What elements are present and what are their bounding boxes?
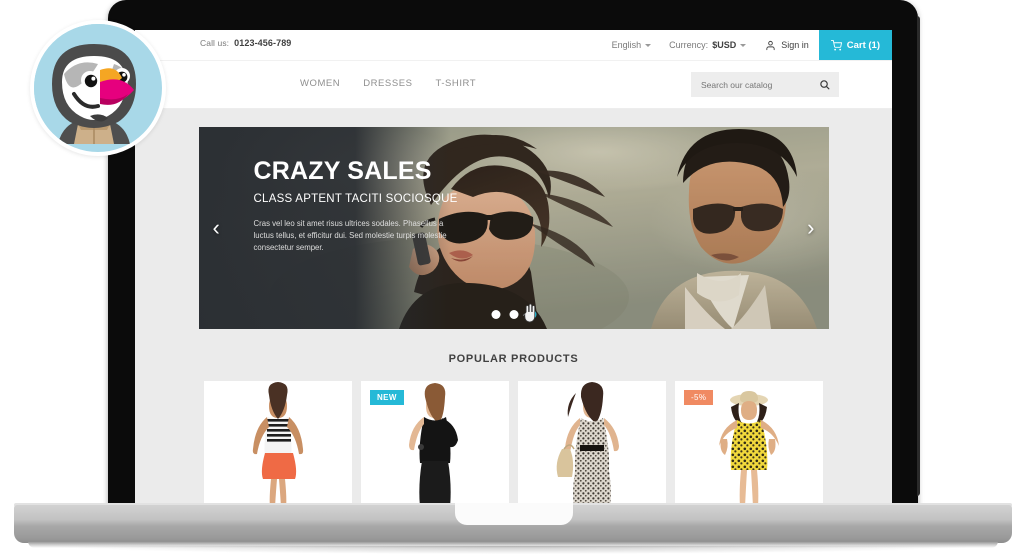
product-photo [518,381,666,505]
search-input[interactable] [691,78,819,91]
phone-number: 0123-456-789 [234,38,292,48]
carousel-dot-2[interactable] [509,310,518,319]
laptop-drop-shadow [60,546,966,554]
product-card[interactable]: -5% [675,381,823,505]
call-us-label: Call us: [200,38,230,48]
laptop-base-notch [455,503,573,525]
search-icon[interactable] [819,79,839,90]
carousel-dot-3[interactable] [527,310,536,319]
status-badge-discount: -5% [684,390,714,405]
carousel-dots [491,303,536,323]
user-icon [766,40,775,50]
site-navbar: WOMEN DRESSES T-SHIRT [135,61,892,109]
product-card[interactable]: NEW [361,381,509,505]
popular-products-heading: POPULAR PRODUCTS [448,353,579,365]
hero-carousel: CRAZY SALES CLASS APTENT TACITI SOCIOSQU… [198,127,829,329]
cart-icon [830,39,842,51]
chevron-left-icon[interactable]: ‹ [213,215,220,241]
hero-subtitle: CLASS APTENT TACITI SOCIOSQUE [253,193,458,205]
language-label: English [611,40,642,50]
hero-title: CRAZY SALES [253,157,432,185]
product-card[interactable] [518,381,666,505]
nav-item-women[interactable]: WOMEN [300,78,340,89]
hero-body: Cras vel leo sit amet risus ultrices sod… [253,219,447,252]
carousel-dot-1[interactable] [491,310,500,319]
prestashop-puffin-logo[interactable] [30,20,166,156]
sign-in-button[interactable]: Sign in [755,30,819,60]
search-box[interactable] [691,72,839,97]
screenshot-stage: Call us: 0123-456-789 English Currency: $… [0,0,1026,558]
topbar-right-group: English Currency: $USD Sign in Cart (1) [603,30,892,60]
call-us-block: Call us: 0123-456-789 [200,38,291,48]
chevron-down-icon [645,43,652,47]
browser-viewport: Call us: 0123-456-789 English Currency: $… [135,30,892,505]
main-navigation: WOMEN DRESSES T-SHIRT [300,78,476,89]
hero-section: CRAZY SALES CLASS APTENT TACITI SOCIOSQU… [135,109,892,329]
cart-button[interactable]: Cart (1) [818,30,892,60]
sign-in-label: Sign in [781,40,809,50]
product-card[interactable] [204,381,352,505]
site-topbar: Call us: 0123-456-789 English Currency: $… [135,30,892,61]
chevron-down-icon [740,43,747,47]
nav-item-dresses[interactable]: DRESSES [363,78,412,89]
hero-text-block: CRAZY SALES CLASS APTENT TACITI SOCIOSQU… [253,157,458,254]
nav-item-tshirt[interactable]: T-SHIRT [435,78,476,89]
product-photo [204,381,352,505]
currency-selector[interactable]: Currency: $USD [660,30,755,60]
currency-label: Currency: [669,40,709,50]
product-grid: NEW -5% [135,381,892,505]
currency-value: $USD [712,40,737,50]
status-badge-new: NEW [370,390,404,405]
puffin-mascot-icon [34,24,154,144]
cart-label: Cart (1) [846,39,880,51]
chevron-right-icon[interactable]: › [807,215,814,241]
language-selector[interactable]: English [603,30,661,60]
